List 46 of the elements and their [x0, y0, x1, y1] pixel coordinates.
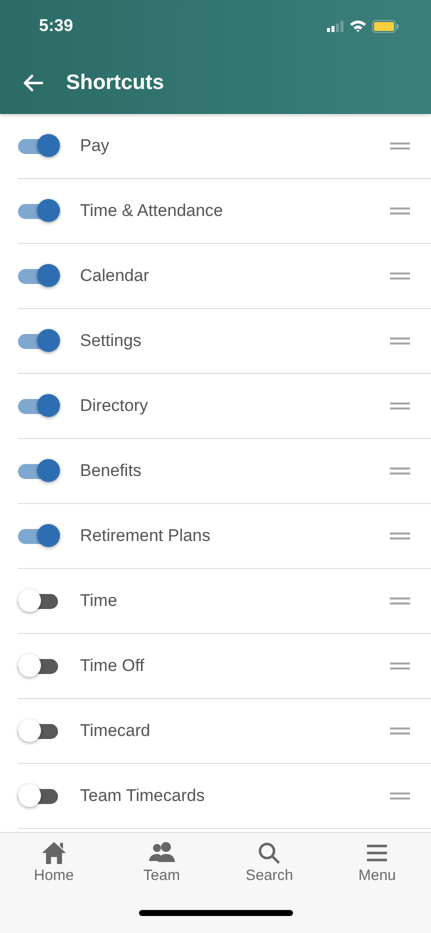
- shortcut-label: Retirement Plans: [80, 526, 212, 546]
- toggle-switch[interactable]: [18, 589, 60, 613]
- drag-handle-icon[interactable]: [390, 727, 410, 735]
- drag-handle-icon[interactable]: [390, 467, 410, 475]
- toggle-switch[interactable]: [18, 524, 60, 548]
- page-title: Shortcuts: [66, 71, 164, 95]
- toggle-switch[interactable]: [18, 134, 60, 158]
- drag-handle-icon[interactable]: [390, 597, 410, 605]
- home-icon: [40, 841, 67, 865]
- toggle-switch[interactable]: [18, 264, 60, 288]
- people-icon: [148, 841, 176, 865]
- shortcut-label: Time: [80, 591, 118, 611]
- back-button[interactable]: [22, 74, 44, 92]
- battery-icon: [372, 20, 399, 32]
- drag-handle-icon[interactable]: [390, 337, 410, 345]
- shortcut-label: Time Off: [80, 656, 146, 676]
- shortcut-label: Timecard: [80, 721, 152, 741]
- drag-handle-icon[interactable]: [390, 402, 410, 410]
- search-icon: [257, 841, 282, 865]
- tab-button[interactable]: Search: [216, 841, 324, 884]
- shortcut-label: Directory: [80, 396, 150, 416]
- wifi-icon: [350, 20, 366, 32]
- toggle-switch[interactable]: [18, 394, 60, 418]
- shortcut-label: Pay: [80, 136, 110, 156]
- tab-button[interactable]: Team: [108, 841, 216, 884]
- shortcut-label: Calendar: [80, 266, 150, 286]
- drag-handle-icon[interactable]: [390, 792, 410, 800]
- toggle-switch[interactable]: [18, 719, 60, 743]
- status-time: 5:39: [39, 16, 74, 36]
- toggle-switch[interactable]: [18, 784, 60, 808]
- tab-button[interactable]: Home: [0, 841, 108, 884]
- drag-handle-icon[interactable]: [390, 532, 410, 540]
- shortcut-label: Benefits: [80, 461, 142, 481]
- toggle-switch[interactable]: [18, 459, 60, 483]
- toggle-switch[interactable]: [18, 199, 60, 223]
- toggle-switch[interactable]: [18, 654, 60, 678]
- shortcut-label: Settings: [80, 331, 142, 351]
- drag-handle-icon[interactable]: [390, 142, 410, 150]
- signal-icon: [327, 20, 344, 32]
- tab-button[interactable]: Menu: [323, 841, 431, 884]
- toggle-switch[interactable]: [18, 329, 60, 353]
- shortcut-label: Time & Attendance: [80, 201, 224, 221]
- drag-handle-icon[interactable]: [390, 662, 410, 670]
- drag-handle-icon[interactable]: [390, 272, 410, 280]
- drag-handle-icon[interactable]: [390, 207, 410, 215]
- shortcut-label: Team Timecards: [80, 786, 206, 806]
